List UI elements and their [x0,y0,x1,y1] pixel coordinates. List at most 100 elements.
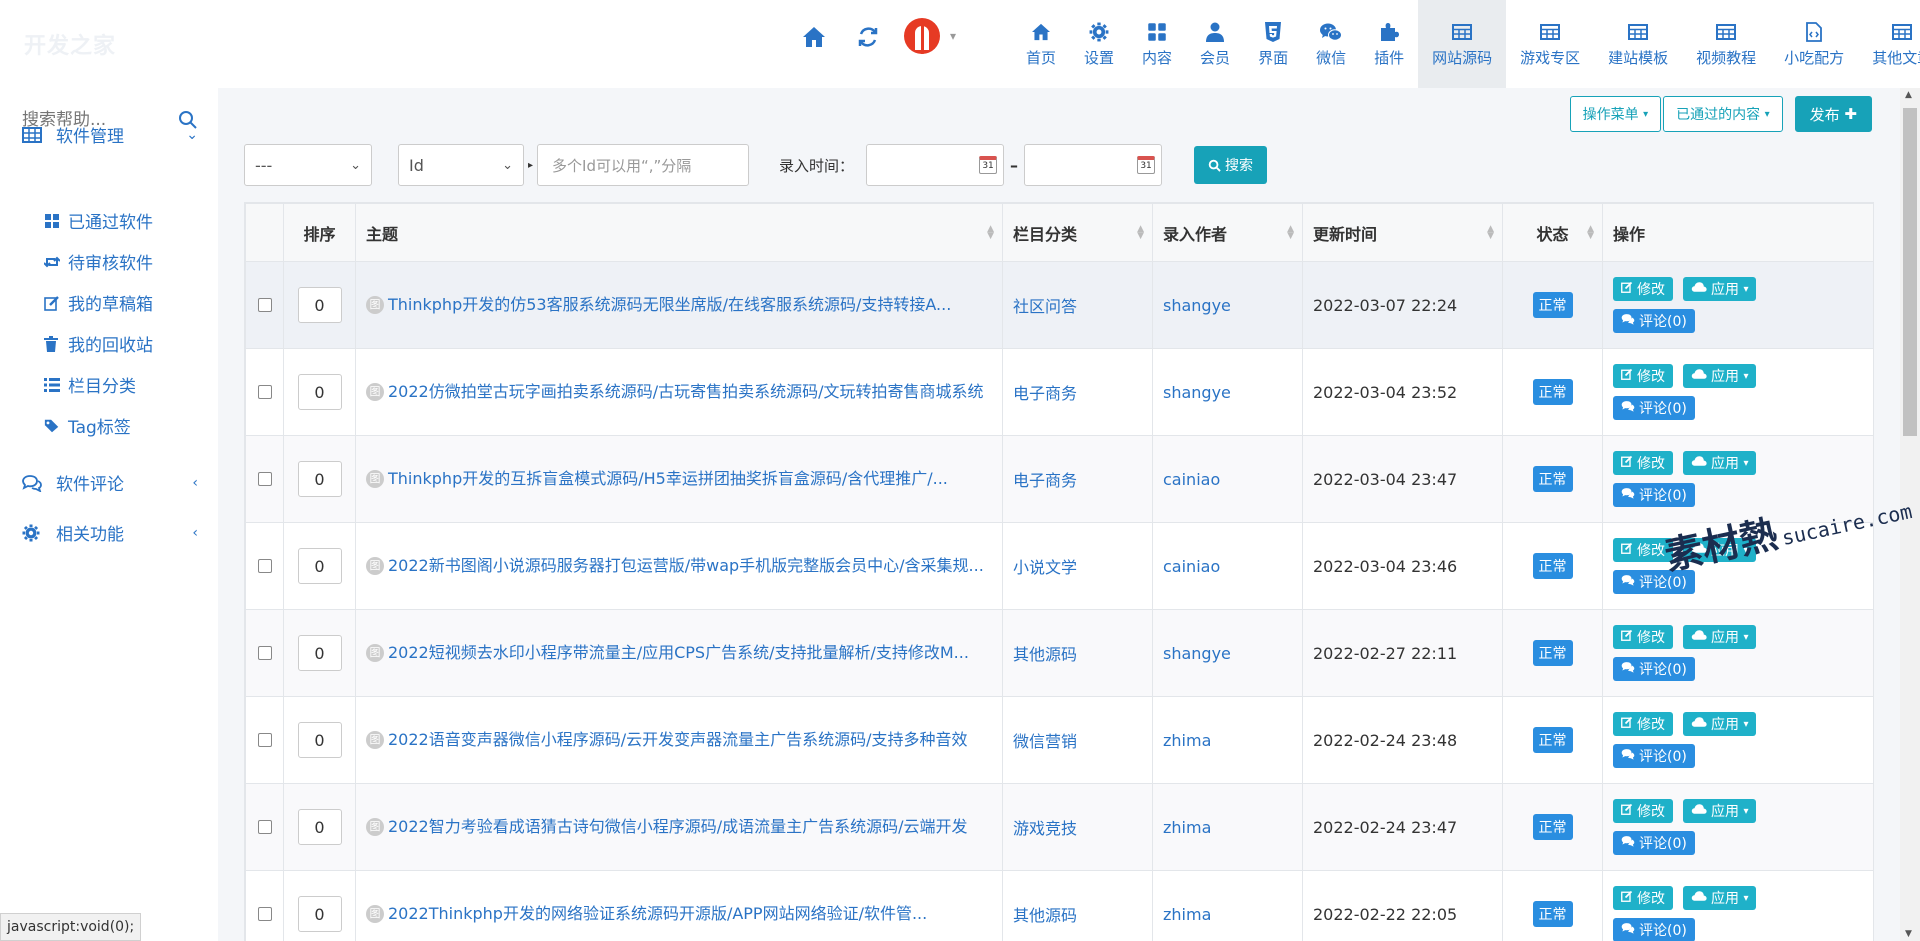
calendar-icon[interactable]: 31 [979,156,998,174]
nav-item-5[interactable]: 微信 [1302,0,1360,88]
sort-icon[interactable]: ▲ ▼ [987,225,994,241]
subject-link[interactable]: 图 2022Thinkphp开发的网络验证系统源码开源版/APP网站网络验证/软件… [366,902,992,926]
nav-item-9[interactable]: 建站模板 [1594,0,1682,88]
sort-icon[interactable]: ▲ ▼ [1287,225,1294,241]
publish-button[interactable]: 发布 ✚ [1794,96,1872,132]
sort-icon[interactable]: ▲ ▼ [1587,225,1594,241]
subject-link[interactable]: 图 2022语音变声器微信小程序源码/云开发变声器流量主广告系统源码/支持多种音效 [366,728,992,752]
nav-item-1[interactable]: 设置 [1070,0,1128,88]
category-link[interactable]: 电子商务 [1013,384,1077,403]
category-link[interactable]: 游戏竞技 [1013,819,1077,838]
apply-button[interactable]: 应用 ▾ [1683,799,1757,823]
edit-button[interactable]: 修改 [1613,799,1673,823]
header-status[interactable]: 状态 ▲ ▼ [1502,203,1603,262]
row-checkbox[interactable] [257,820,272,834]
filter-select-type[interactable]: --- ⌄ [244,144,372,186]
nav-item-8[interactable]: 游戏专区 [1506,0,1594,88]
nav-item-6[interactable]: 插件 [1360,0,1418,88]
comments-button[interactable]: 评论(0) [1613,744,1695,768]
status-badge[interactable]: 正常 [1532,814,1573,840]
comments-button[interactable]: 评论(0) [1613,483,1695,507]
header-category[interactable]: 栏目分类 ▲ ▼ [1002,203,1153,262]
subject-link[interactable]: 图 2022新书图阁小说源码服务器打包运营版/带wap手机版完整版会员中心/含采集… [366,554,992,578]
edit-button[interactable]: 修改 [1613,364,1673,388]
comments-button[interactable]: 评论(0) [1613,396,1695,420]
nav-item-12[interactable]: 其他文章 [1858,0,1920,88]
apply-button[interactable]: 应用 ▾ [1683,364,1757,388]
row-checkbox[interactable] [257,907,272,921]
author-link[interactable]: shangye [1163,644,1231,663]
comments-button[interactable]: 评论(0) [1613,831,1695,855]
subject-link[interactable]: 图 Thinkphp开发的仿53客服系统源码无限坐席版/在线客服系统源码/支持转接… [366,293,992,317]
category-link[interactable]: 小说文学 [1013,558,1077,577]
author-link[interactable]: cainiao [1163,557,1220,576]
order-input[interactable]: 0 [297,809,342,845]
status-badge[interactable]: 正常 [1532,292,1573,318]
subject-link[interactable]: 图 2022智力考验看成语猜古诗句微信小程序源码/成语流量主广告系统源码/云端开发 [366,815,992,839]
order-input[interactable]: 0 [297,461,342,497]
edit-button[interactable]: 修改 [1613,886,1673,910]
order-input[interactable]: 0 [297,287,342,323]
search-button[interactable]: 搜索 [1194,146,1268,184]
comments-button[interactable]: 评论(0) [1613,657,1695,681]
order-input[interactable]: 0 [297,374,342,410]
refresh-quick-button[interactable] [857,26,879,48]
header-author[interactable]: 录入作者 ▲ ▼ [1152,203,1303,262]
row-checkbox[interactable] [257,733,272,747]
nav-item-2[interactable]: 内容 [1128,0,1186,88]
sidebar-group-functions[interactable]: 相关功能 ‹ [22,520,198,545]
user-menu[interactable]: ▾ [904,18,956,54]
nav-item-7[interactable]: 网站源码 [1418,0,1507,88]
author-link[interactable]: shangye [1163,383,1231,402]
comments-button[interactable]: 评论(0) [1613,918,1695,941]
subject-link[interactable]: 图 Thinkphp开发的互拆盲盒模式源码/H5幸运拼团抽奖拆盲盒源码/含代理推广… [366,467,992,491]
status-badge[interactable]: 正常 [1532,901,1573,927]
author-link[interactable]: cainiao [1163,470,1220,489]
ops-menu-button[interactable]: 操作菜单 ▾ [1569,96,1662,132]
order-input[interactable]: 0 [297,548,342,584]
sort-icon[interactable]: ▲ ▼ [1487,225,1494,241]
sidebar-item-drafts[interactable]: 我的草稿箱 [44,290,153,315]
status-badge[interactable]: 正常 [1532,727,1573,753]
date-end-input[interactable]: 31 [1024,144,1163,186]
order-input[interactable]: 0 [297,896,342,932]
comments-button[interactable]: 评论(0) [1613,309,1695,333]
scroll-down-icon[interactable]: ▼ [1905,929,1912,939]
nav-item-4[interactable]: 界面 [1244,0,1302,88]
nav-item-11[interactable]: 小吃配方 [1770,0,1858,88]
scroll-up-icon[interactable]: ▲ [1905,90,1912,100]
nav-item-3[interactable]: 会员 [1186,0,1244,88]
passed-content-button[interactable]: 已通过的内容 ▾ [1663,96,1783,132]
scrollbar-thumb[interactable] [1903,108,1917,436]
ids-input[interactable]: 多个Id可以用“,”分隔 [537,144,750,186]
nav-item-0[interactable]: 首页 [1012,0,1070,88]
author-link[interactable]: zhima [1163,818,1211,837]
author-link[interactable]: zhima [1163,731,1211,750]
row-checkbox[interactable] [257,385,272,399]
subject-link[interactable]: 图 2022短视频去水印小程序带流量主/应用CPS广告系统/支持批量解析/支持修改… [366,641,992,665]
category-link[interactable]: 其他源码 [1013,906,1077,925]
status-badge[interactable]: 正常 [1532,553,1573,579]
status-badge[interactable]: 正常 [1532,379,1573,405]
row-checkbox[interactable] [257,298,272,312]
row-checkbox[interactable] [257,472,272,486]
apply-button[interactable]: 应用 ▾ [1683,625,1757,649]
date-start-input[interactable]: 31 [866,144,1005,186]
sidebar-item-passed[interactable]: 已通过软件 [44,208,153,233]
sidebar-item-recycle[interactable]: 我的回收站 [44,331,153,356]
sidebar-item-pending[interactable]: 待审核软件 [44,249,153,274]
sidebar-group-comments[interactable]: 软件评论 ‹ [22,470,198,495]
header-updated[interactable]: 更新时间 ▲ ▼ [1302,203,1503,262]
order-input[interactable]: 0 [297,722,342,758]
app-logo[interactable]: 开发之家 [24,28,116,60]
sidebar-group-software[interactable]: 软件管理 ⌄ [22,122,198,147]
author-link[interactable]: zhima [1163,905,1211,924]
sidebar-item-tags[interactable]: Tag标签 [44,413,131,438]
category-link[interactable]: 电子商务 [1013,471,1077,490]
row-checkbox[interactable] [257,646,272,660]
filter-select-field[interactable]: Id ⌄ [398,144,524,186]
category-link[interactable]: 其他源码 [1013,645,1077,664]
author-link[interactable]: shangye [1163,296,1231,315]
home-quick-button[interactable] [802,26,826,48]
status-badge[interactable]: 正常 [1532,640,1573,666]
